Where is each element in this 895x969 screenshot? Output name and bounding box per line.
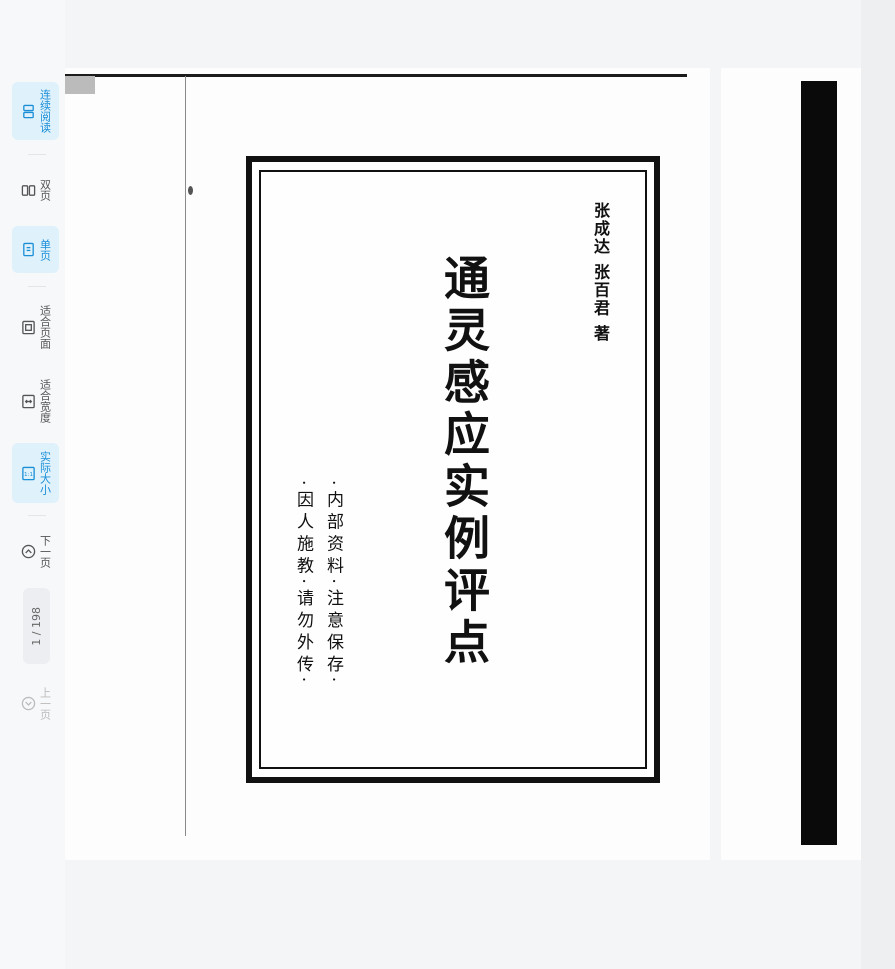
vertical-scrollbar[interactable] <box>861 0 895 969</box>
double-page-icon <box>21 184 35 196</box>
next-page-label: 下一页 <box>38 534 52 568</box>
cover-inner-frame: 张成达 张百君 著 通灵感应实例评点 ·内部资料·注意保存· ·因人施教·请勿外… <box>259 170 647 769</box>
continuous-pages-icon <box>22 104 34 118</box>
single-page-button[interactable]: 单页 <box>12 226 59 273</box>
fit-width-label: 适合宽度 <box>38 379 52 423</box>
chevron-down-circle-icon <box>21 696 35 710</box>
fit-page-label: 适合页面 <box>38 305 52 349</box>
double-page-button[interactable]: 双页 <box>12 172 59 208</box>
cover-title: 通灵感应实例评点 <box>437 254 491 670</box>
separator <box>28 515 46 516</box>
single-page-icon <box>22 242 34 257</box>
double-page-label: 双页 <box>38 179 52 201</box>
actual-size-button[interactable]: 1:1 实际大小 <box>12 443 59 503</box>
view-toolbar: 连续阅读 双页 单页 适合页面 适合宽度 1:1 实际大小 下一页 1 / 19… <box>0 0 65 969</box>
cover-frame: 张成达 张百君 著 通灵感应实例评点 ·内部资料·注意保存· ·因人施教·请勿外… <box>246 156 660 783</box>
prev-page-button[interactable]: 上一页 <box>12 680 59 726</box>
fit-page-button[interactable]: 适合页面 <box>12 298 59 356</box>
document-page-2 <box>721 68 861 860</box>
scan-speck <box>188 186 193 195</box>
document-page-1: 张成达 张百君 著 通灵感应实例评点 ·内部资料·注意保存· ·因人施教·请勿外… <box>65 68 710 860</box>
page-indicator[interactable]: 1 / 198 <box>23 588 50 664</box>
next-page-button[interactable]: 下一页 <box>12 528 59 574</box>
single-page-label: 单页 <box>38 238 52 261</box>
separator <box>28 286 46 287</box>
continuous-reading-button[interactable]: 连续阅读 <box>12 82 59 140</box>
continuous-reading-label: 连续阅读 <box>38 89 52 133</box>
actual-size-label: 实际大小 <box>38 451 52 495</box>
actual-size-icon: 1:1 <box>21 466 35 480</box>
scan-top-line <box>65 74 687 77</box>
cover-note-line-2: ·因人施教·请勿外传· <box>293 480 313 688</box>
prev-page-label: 上一页 <box>38 686 52 720</box>
fit-width-icon <box>21 394 35 408</box>
chevron-up-circle-icon <box>21 544 35 558</box>
page-indicator-text: 1 / 198 <box>30 606 43 646</box>
scan-dark-edge <box>801 81 837 845</box>
svg-text:1:1: 1:1 <box>23 471 32 477</box>
scan-corner-noise <box>65 76 95 94</box>
cover-authors: 张成达 张百君 著 <box>591 202 610 344</box>
scan-left-rule <box>185 76 186 836</box>
separator <box>28 154 46 155</box>
fit-width-button[interactable]: 适合宽度 <box>12 372 59 430</box>
cover-note-line-1: ·内部资料·注意保存· <box>323 480 343 688</box>
fit-page-icon <box>21 320 35 334</box>
